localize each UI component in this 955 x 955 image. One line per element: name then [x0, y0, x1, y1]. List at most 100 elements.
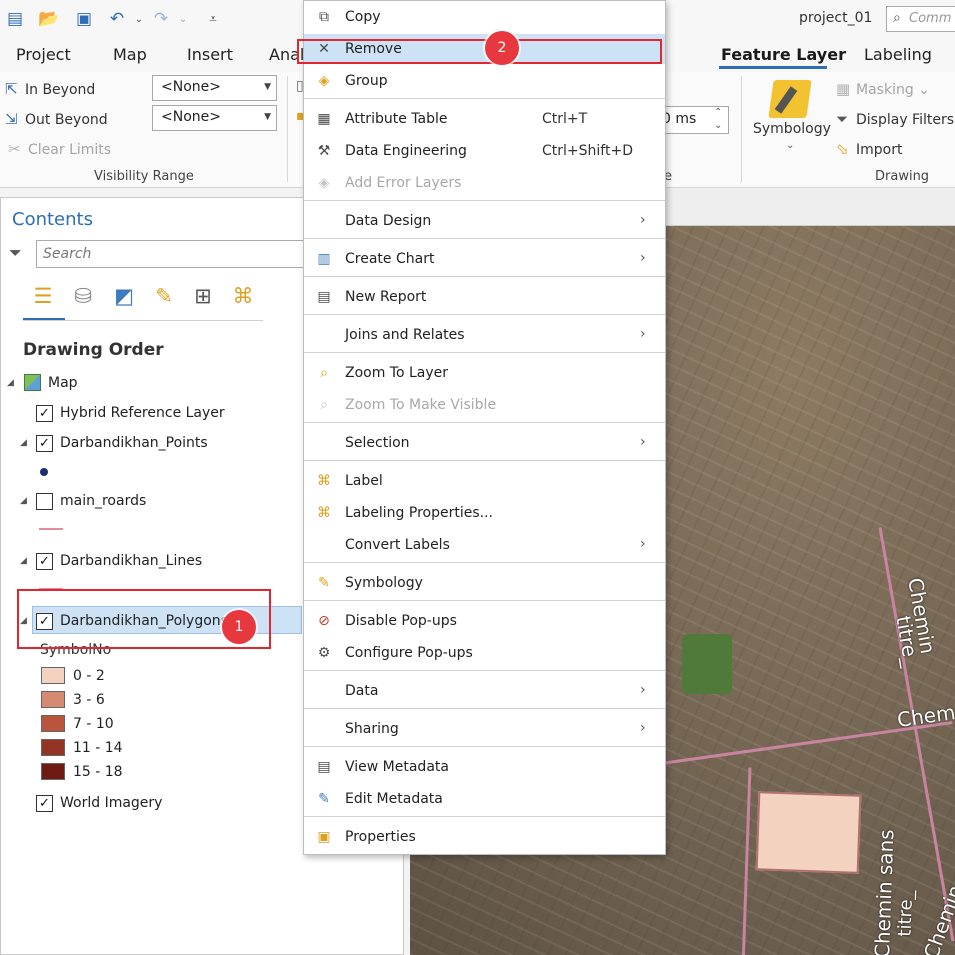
display-filters-button[interactable]: ⏷ Display Filters — [836, 110, 954, 128]
menu-separator — [304, 670, 665, 671]
contents-search-input[interactable]: Search — [36, 240, 316, 268]
chevron-down-icon: ▼ — [264, 112, 271, 122]
roads-layer-checkbox[interactable] — [36, 493, 53, 510]
filter-icon[interactable]: ⏷ — [9, 243, 22, 263]
clear-limits-button[interactable]: ✂ Clear Limits — [8, 140, 111, 158]
list-by-data-source-icon[interactable]: ⛁ — [69, 282, 97, 310]
legend-swatch — [41, 715, 65, 732]
save-project-icon[interactable]: ▣ — [73, 8, 95, 30]
list-by-editing-icon[interactable]: ✎ — [150, 282, 178, 310]
in-beyond-select[interactable]: <None> ▼ — [152, 75, 277, 101]
import-button[interactable]: ⬂ Import — [836, 140, 902, 158]
menu-item-configure-popups[interactable]: ⚙ Configure Pop-ups — [304, 638, 665, 668]
menu-item-add-error-layers[interactable]: ◈ Add Error Layers — [304, 168, 665, 198]
visibility-range-group-label: Visibility Range — [94, 169, 194, 184]
open-project-icon[interactable]: 📂 — [38, 8, 60, 30]
undo-icon[interactable]: ↶ — [106, 8, 128, 30]
menu-item-selection[interactable]: Selection › — [304, 428, 665, 458]
hybrid-layer-label[interactable]: Hybrid Reference Layer — [60, 405, 225, 421]
point-symbol — [40, 468, 48, 476]
view-divider — [23, 320, 263, 321]
map-label: titre_ — [894, 889, 918, 937]
menu-separator — [304, 746, 665, 747]
selected-polygon[interactable] — [755, 791, 862, 874]
menu-item-disable-popups[interactable]: ⊘ Disable Pop-ups — [304, 606, 665, 636]
menu-item-zoom-to-layer[interactable]: ⌕ Zoom To Layer — [304, 358, 665, 388]
menu-separator — [304, 352, 665, 353]
menu-item-symbology[interactable]: ✎ Symbology — [304, 568, 665, 598]
metadata-icon: ▤ — [317, 759, 331, 775]
labeling-properties-icon: ⌘ — [317, 505, 331, 521]
expand-icon[interactable]: ◢ — [20, 438, 27, 448]
chevron-down-icon: ▼ — [264, 82, 271, 92]
list-by-selection-icon[interactable]: ◩ — [110, 282, 138, 310]
menu-item-convert-labels[interactable]: Convert Labels › — [304, 530, 665, 560]
legend-label: 7 - 10 — [73, 716, 114, 732]
redo-icon[interactable]: ↷ — [150, 8, 172, 30]
tab-insert[interactable]: Insert — [187, 45, 233, 64]
command-search-input[interactable]: ⌕ Comm — [886, 6, 955, 32]
tab-map[interactable]: Map — [113, 45, 147, 64]
menu-item-labeling-properties[interactable]: ⌘ Labeling Properties... — [304, 498, 665, 528]
symbology-button[interactable]: Symbology — [753, 121, 831, 137]
menu-item-label[interactable]: ⌘ Label — [304, 466, 665, 496]
customize-toolbar-icon[interactable]: ⩡ — [202, 8, 224, 30]
menu-item-new-report[interactable]: ▤ New Report — [304, 282, 665, 312]
legend-label: 15 - 18 — [73, 764, 123, 780]
menu-item-properties[interactable]: ▣ Properties — [304, 822, 665, 852]
masking-button[interactable]: ▦ Masking ⌄ — [836, 80, 930, 98]
imagery-layer-checkbox[interactable]: ✓ — [36, 795, 53, 812]
points-layer-checkbox[interactable]: ✓ — [36, 435, 53, 452]
masking-icon: ▦ — [836, 80, 851, 98]
chevron-right-icon: › — [640, 536, 646, 552]
expand-icon[interactable]: ◢ — [20, 496, 27, 506]
menu-item-view-metadata[interactable]: ▤ View Metadata — [304, 752, 665, 782]
chevron-right-icon: › — [640, 212, 646, 228]
expand-icon[interactable]: ◢ — [20, 556, 27, 566]
menu-item-group[interactable]: ◈ Group — [304, 66, 665, 96]
out-beyond-select[interactable]: <None> ▼ — [152, 105, 277, 131]
roads-layer-label[interactable]: main_roards — [60, 493, 146, 509]
layer-context-menu: ⧉ Copy ✕ Remove ◈ Group ▦ Attribute Tabl… — [303, 0, 666, 855]
lines-layer-label[interactable]: Darbandikhan_Lines — [60, 553, 202, 569]
new-project-icon[interactable]: ▤ — [4, 8, 26, 30]
menu-item-edit-metadata[interactable]: ✎ Edit Metadata — [304, 784, 665, 814]
menu-item-create-chart[interactable]: ▥ Create Chart › — [304, 244, 665, 274]
menu-item-data-engineering[interactable]: ⚒ Data Engineering Ctrl+Shift+D — [304, 136, 665, 166]
expand-icon[interactable]: ◢ — [7, 378, 14, 388]
configure-popups-icon: ⚙ — [317, 645, 331, 661]
menu-item-data[interactable]: Data › — [304, 676, 665, 706]
chevron-down-icon[interactable]: ⌄ — [786, 140, 794, 151]
list-by-drawing-order-icon[interactable]: ☰ — [29, 282, 57, 310]
legend-label: 11 - 14 — [73, 740, 123, 756]
chart-icon: ▥ — [317, 251, 331, 267]
undo-dropdown-icon[interactable]: ⌄ — [128, 8, 150, 30]
tab-project[interactable]: Project — [16, 45, 71, 64]
search-icon: ⌕ — [893, 10, 901, 26]
menu-item-zoom-to-make-visible[interactable]: ⌕ Zoom To Make Visible — [304, 390, 665, 420]
tab-feature-layer[interactable]: Feature Layer — [721, 45, 846, 64]
zoom-icon: ⌕ — [320, 365, 328, 381]
menu-item-sharing[interactable]: Sharing › — [304, 714, 665, 744]
map-label: Chem — [895, 700, 955, 732]
map-node-label[interactable]: Map — [48, 375, 78, 391]
label-icon: ⌘ — [317, 473, 331, 489]
imagery-layer-label[interactable]: World Imagery — [60, 795, 162, 811]
points-layer-label[interactable]: Darbandikhan_Points — [60, 435, 208, 451]
out-beyond-button[interactable]: ⇲ Out Beyond — [5, 110, 108, 128]
menu-item-joins-relates[interactable]: Joins and Relates › — [304, 320, 665, 350]
legend-label: 3 - 6 — [73, 692, 105, 708]
lines-layer-checkbox[interactable]: ✓ — [36, 553, 53, 570]
menu-item-copy[interactable]: ⧉ Copy — [304, 2, 665, 32]
menu-item-data-design[interactable]: Data Design › — [304, 206, 665, 236]
list-by-snapping-icon[interactable]: ⊞ — [189, 282, 217, 310]
redo-dropdown-icon[interactable]: ⌄ — [172, 8, 194, 30]
spinner-icon[interactable]: ⌃ ⌄ — [714, 106, 722, 132]
menu-item-attribute-table[interactable]: ▦ Attribute Table Ctrl+T — [304, 104, 665, 134]
hybrid-layer-checkbox[interactable]: ✓ — [36, 405, 53, 422]
legend-swatch — [41, 739, 65, 756]
menu-separator — [304, 98, 665, 99]
in-beyond-button[interactable]: ⇱ In Beyond — [5, 80, 95, 98]
tab-labeling[interactable]: Labeling — [864, 45, 932, 64]
list-by-labeling-icon[interactable]: ⌘ — [229, 282, 257, 310]
